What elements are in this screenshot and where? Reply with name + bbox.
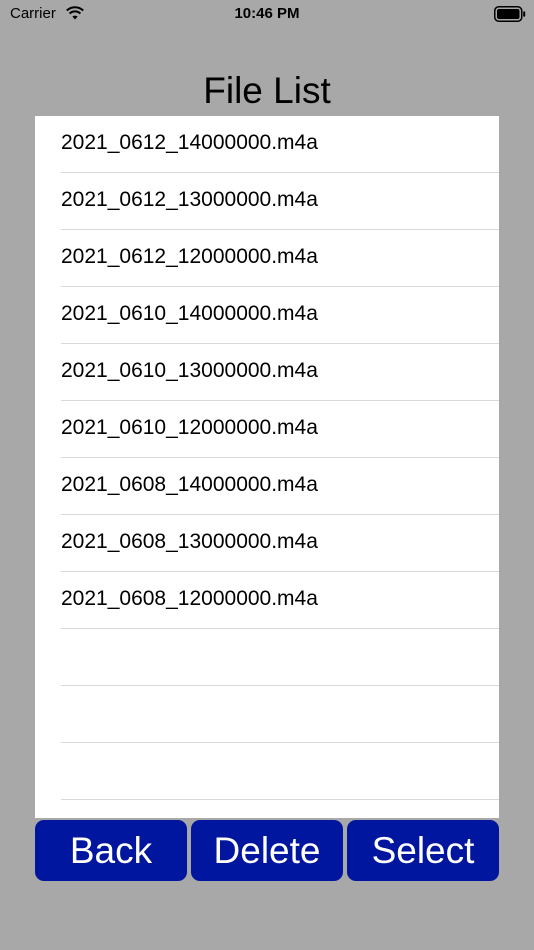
back-button[interactable]: Back xyxy=(35,820,187,881)
status-bar: Carrier 10:46 PM xyxy=(0,0,534,28)
empty-list-row xyxy=(35,629,499,686)
file-name: 2021_0612_13000000.m4a xyxy=(61,188,318,211)
delete-button[interactable]: Delete xyxy=(191,820,343,881)
file-name: 2021_0608_13000000.m4a xyxy=(61,530,318,553)
empty-list-row xyxy=(35,800,499,818)
battery-icon xyxy=(494,6,526,22)
file-name: 2021_0612_12000000.m4a xyxy=(61,245,318,268)
file-name: 2021_0608_14000000.m4a xyxy=(61,473,318,496)
file-name: 2021_0610_12000000.m4a xyxy=(61,416,318,439)
file-list-item[interactable]: 2021_0612_14000000.m4a xyxy=(35,116,499,173)
file-name: 2021_0610_13000000.m4a xyxy=(61,359,318,382)
file-list-item[interactable]: 2021_0608_12000000.m4a xyxy=(35,572,499,629)
file-name: 2021_0610_14000000.m4a xyxy=(61,302,318,325)
file-list-item[interactable]: 2021_0608_13000000.m4a xyxy=(35,515,499,572)
file-list[interactable]: 2021_0612_14000000.m4a 2021_0612_1300000… xyxy=(35,116,499,818)
file-name: 2021_0608_12000000.m4a xyxy=(61,587,318,610)
select-button[interactable]: Select xyxy=(347,820,499,881)
file-list-item[interactable]: 2021_0610_12000000.m4a xyxy=(35,401,499,458)
file-list-item[interactable]: 2021_0612_12000000.m4a xyxy=(35,230,499,287)
file-list-item[interactable]: 2021_0610_13000000.m4a xyxy=(35,344,499,401)
file-name: 2021_0612_14000000.m4a xyxy=(61,131,318,154)
file-list-item[interactable]: 2021_0612_13000000.m4a xyxy=(35,173,499,230)
file-list-item[interactable]: 2021_0608_14000000.m4a xyxy=(35,458,499,515)
empty-list-row xyxy=(35,686,499,743)
status-time: 10:46 PM xyxy=(234,5,300,22)
page-title: File List xyxy=(203,70,331,111)
file-list-item[interactable]: 2021_0610_14000000.m4a xyxy=(35,287,499,344)
empty-list-row xyxy=(35,743,499,800)
